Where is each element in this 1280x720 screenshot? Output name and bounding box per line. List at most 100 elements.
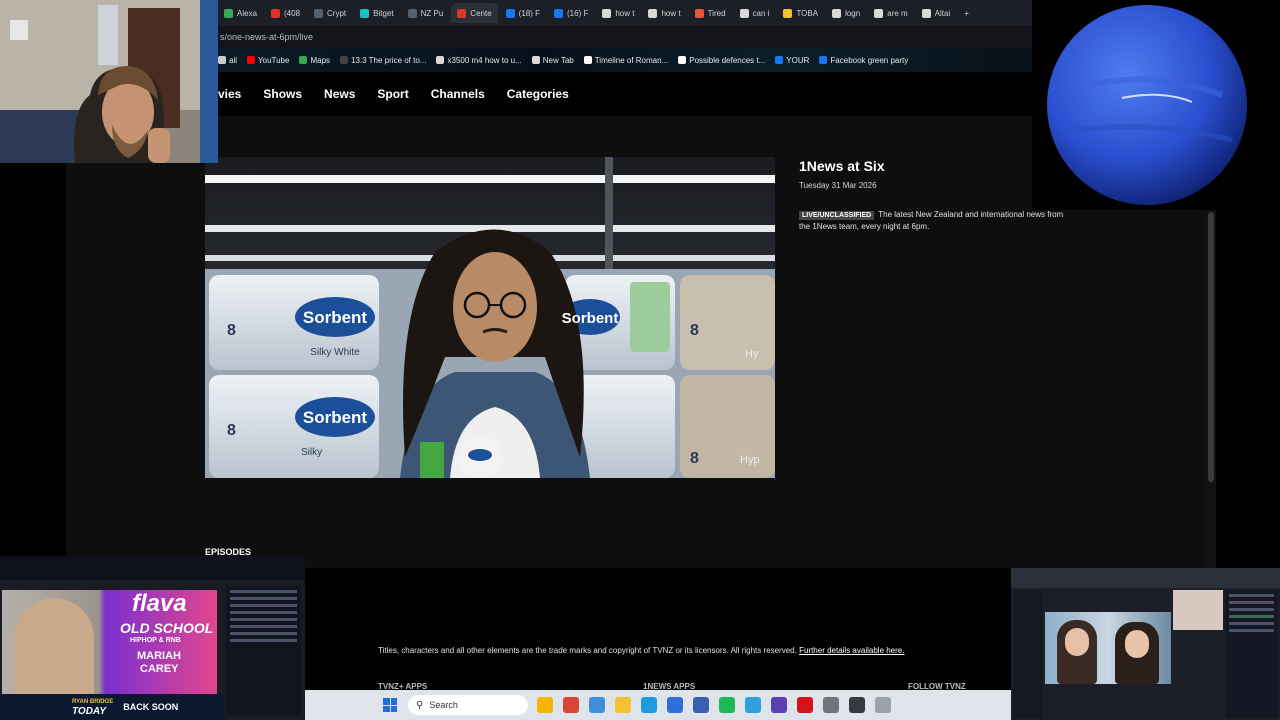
address-bar[interactable]: s/one-news-at-6pm/live [218,26,1032,48]
chrome-icon[interactable] [563,697,579,713]
preview-chat [226,586,301,716]
nav-shows[interactable]: Shows [263,87,302,101]
stream-preview-left: flava OLD SCHOOL HIPHOP & RNB MARIAH CAR… [0,556,305,720]
browser-tab[interactable]: Crypt [308,3,352,23]
folder-icon[interactable] [615,697,631,713]
bookmark-favicon-icon [678,56,687,64]
browser-tab[interactable]: NZ Pu [402,3,450,23]
browser-tab[interactable]: Altai [916,3,957,23]
browser-tab[interactable]: Alexa [218,3,263,23]
file-explorer-icon[interactable] [537,697,553,713]
bookmark-item[interactable]: ail [218,56,237,65]
preview-info [1045,688,1223,718]
new-tab-button[interactable]: + [958,3,975,23]
bookmark-favicon-icon [583,56,592,64]
video-frame: Sorbent Sorbent Sorbent Silky White 8 8 … [205,157,775,478]
tab-favicon-icon [783,8,793,18]
bookmark-item[interactable]: Facebook green party [819,56,908,65]
browser-tab[interactable]: are m [868,3,913,23]
preview-webcam [1173,590,1223,630]
bookmark-item[interactable]: Timeline of Roman... [583,56,668,65]
nav-channels[interactable]: Channels [431,87,485,101]
tab-favicon-icon [457,8,467,18]
telegram-icon[interactable] [745,697,761,713]
acrobat-icon[interactable] [797,697,813,713]
url-text[interactable]: s/one-news-at-6pm/live [220,32,313,42]
preview-toolbar [0,556,305,580]
nav-news[interactable]: News [324,87,355,101]
search-placeholder: Search [429,700,458,710]
tab-favicon-icon [602,8,612,18]
tab-favicon-icon [648,8,658,18]
scrollbar-thumb[interactable] [1208,212,1214,482]
browser-tab[interactable]: (18) F [500,3,546,23]
browser-tab[interactable]: how t [596,3,640,23]
pack-ply-label-lower: 8 [227,422,236,439]
tab-favicon-icon [832,8,842,18]
pack-variant-right-lower: Hyp [740,454,760,466]
bookmark-favicon-icon [299,56,308,64]
promo-brand: flava [132,590,187,617]
nav-movies[interactable]: vies [218,87,241,101]
bookmark-label: YOUR [786,55,810,65]
bookmark-item[interactable]: YOUR [775,56,809,65]
pack-line-label: Silky White [310,347,360,358]
store-icon[interactable] [667,697,683,713]
nav-sport[interactable]: Sport [377,87,408,101]
bookmark-item[interactable]: 13.3 The price of to... [340,56,426,65]
bookmark-item[interactable]: YouTube [247,56,289,65]
browser-tab[interactable]: (408 [265,3,306,23]
start-button[interactable] [383,698,397,712]
bookmark-item[interactable]: Possible defences t... [678,56,765,65]
bookmark-favicon-icon [218,56,226,64]
tab-label: are m [887,8,908,18]
calendar-icon[interactable] [693,697,709,713]
bookmark-item[interactable]: Maps [299,56,330,65]
edge-icon[interactable] [641,697,657,713]
tab-label: how t [615,8,635,18]
taskbar-search[interactable]: ⚲ Search [408,695,528,715]
bookmark-item[interactable]: x3500 m4 how to u... [436,56,522,65]
spotify-icon[interactable] [719,697,735,713]
browser-tab[interactable]: TOBA [777,3,824,23]
further-details-link[interactable]: Further details available here. [799,646,904,655]
bookmark-favicon-icon [247,56,256,64]
obs-icon[interactable] [771,697,787,713]
bookmark-favicon-icon [340,56,349,64]
copyright-text: Titles, characters and all other element… [378,646,797,655]
promo-banner: flava OLD SCHOOL HIPHOP & RNB MARIAH CAR… [2,590,217,694]
now-playing-bar: RYAN BRIDGE TODAY BACK SOON [0,694,225,720]
tab-favicon-icon [224,8,233,18]
photos-icon[interactable] [589,697,605,713]
preview-toolbar-right [1011,568,1280,588]
bookmark-item[interactable]: New Tab [531,56,574,65]
promo-artist1: MARIAH [137,650,181,662]
tab-label: Tired [707,8,726,18]
overflow-icon[interactable] [875,697,891,713]
tab-label: Cente [470,8,492,18]
bookmark-label: Possible defences t... [689,55,766,65]
site-nav: vies Shows News Sport Channels Categorie… [218,72,1032,116]
planet-overlay [1032,0,1280,210]
app-icon[interactable] [849,697,865,713]
nav-categories[interactable]: Categories [507,87,569,101]
tab-favicon-icon [407,8,417,18]
browser-tab[interactable]: can i [734,3,776,23]
bookmark-label: Facebook green party [830,55,909,65]
browser-tab[interactable]: Bitget [354,3,399,23]
pack-ply-label-right-lower: 8 [690,450,699,467]
tab-label: (408 [284,8,301,18]
browser-tab[interactable]: Cente [451,3,498,23]
bookmark-label: 13.3 The price of to... [351,55,427,65]
pack-ply-label-right: 8 [690,322,699,339]
bookmark-favicon-icon [436,56,445,64]
program-date: Tuesday 31 Mar 2026 [799,181,877,190]
browser-tab[interactable]: how t [642,3,686,23]
browser-tab[interactable]: (16) F [548,3,594,23]
browser-tab[interactable]: logn [826,3,866,23]
tab-favicon-icon [505,8,515,18]
settings-icon[interactable] [823,697,839,713]
browser-tab[interactable]: Tired [689,3,732,23]
live-video-player[interactable]: Sorbent Sorbent Sorbent Silky White 8 8 … [205,157,775,478]
tab-label: NZ Pu [420,8,444,18]
